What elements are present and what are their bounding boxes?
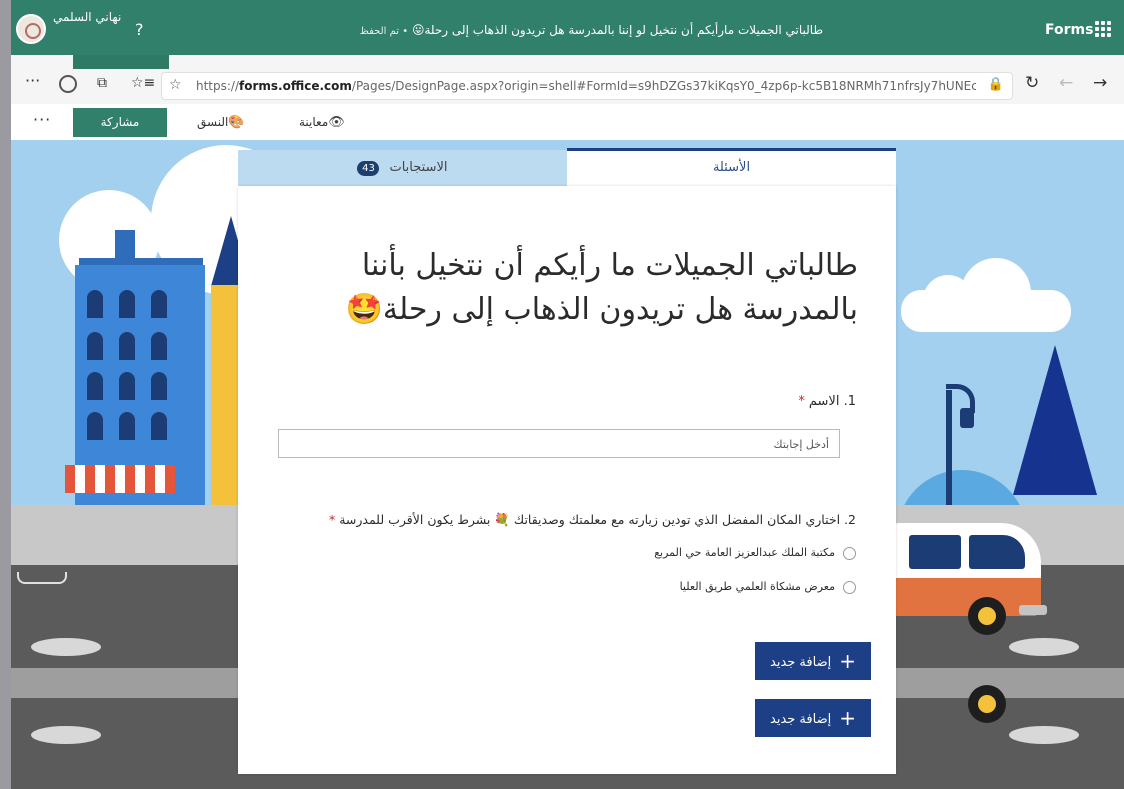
- theme-label: النسق: [197, 115, 229, 129]
- collections-icon[interactable]: ⧉: [97, 75, 107, 91]
- building-window: [87, 290, 103, 318]
- lock-icon[interactable]: 🔒: [988, 77, 1004, 92]
- question-1-label[interactable]: 1. الاسم*: [618, 394, 856, 409]
- help-icon[interactable]: ?: [135, 20, 144, 39]
- add-new-button[interactable]: + إضافة جديد: [755, 642, 871, 680]
- form-editor-card: طالباتي الجميلات ما رأيكم أن نتخيل بأننا…: [238, 186, 896, 774]
- required-marker: *: [798, 394, 805, 409]
- user-avatar[interactable]: [16, 14, 46, 44]
- required-marker: *: [328, 512, 336, 527]
- plus-icon: +: [839, 706, 856, 730]
- palette-icon: 🎨: [228, 115, 245, 130]
- form-tabs: الاستجابات 43 الأسئلة: [238, 148, 896, 186]
- theme-background: الاستجابات 43 الأسئلة طالباتي الجميلات ما…: [11, 140, 1124, 789]
- forward-icon[interactable]: →: [1093, 73, 1107, 93]
- question-2-text: 2. اختاري المكان المفضل الذي تودين زيارت…: [339, 512, 856, 527]
- favorites-icon[interactable]: ☆≡: [131, 75, 155, 91]
- tab-responses[interactable]: الاستجابات 43: [238, 150, 567, 186]
- responses-tab-label: الاستجابات: [389, 160, 448, 175]
- choice-option[interactable]: معرض مشكاة العلمي طريق العليا: [438, 580, 856, 600]
- browser-more-icon[interactable]: ···: [25, 71, 40, 90]
- building-window: [87, 372, 103, 400]
- browser-tab[interactable]: [73, 55, 169, 69]
- url-text: https://forms.office.com/Pages/DesignPag…: [196, 79, 976, 93]
- plus-icon: +: [839, 649, 856, 673]
- tab-questions[interactable]: الأسئلة: [567, 148, 896, 186]
- van-window: [909, 535, 961, 569]
- street-lamp: [960, 408, 974, 428]
- tree: [1013, 345, 1097, 495]
- question-2-label[interactable]: 2. اختاري المكان المفضل الذي تودين زيارت…: [298, 512, 856, 528]
- building-window: [151, 372, 167, 400]
- add-new-label: إضافة جديد: [770, 655, 832, 670]
- building-window: [151, 332, 167, 360]
- van: [891, 523, 1041, 616]
- building-window: [119, 332, 135, 360]
- name-answer-field[interactable]: أدخل إجابتك: [278, 429, 840, 458]
- building-window: [87, 412, 103, 440]
- responses-count-badge: 43: [357, 161, 380, 176]
- command-bar: ··· مشاركة 🎨النسق 👁معاينة: [11, 104, 1124, 140]
- van-bumper: [1019, 605, 1047, 615]
- forms-header: نهاني السلمي ? طالباتي الجميلات مارأيكم …: [11, 0, 1124, 55]
- van-window: [969, 535, 1025, 569]
- manhole: [31, 638, 101, 656]
- choice-option[interactable]: مكتبة الملك عبدالعزيز العامة حي المربع: [438, 546, 856, 566]
- radio-button[interactable]: [843, 580, 856, 594]
- app-launcher-icon[interactable]: [1095, 21, 1111, 37]
- building-window: [151, 412, 167, 440]
- choice-option-label: مكتبة الملك عبدالعزيز العامة حي المربع: [654, 546, 835, 559]
- van-wheel: [968, 685, 1006, 723]
- manhole: [1009, 726, 1079, 744]
- saved-status: • تم الحفظ: [359, 26, 409, 37]
- add-new-label: إضافة جديد: [770, 712, 832, 727]
- choice-option-label: معرض مشكاة العلمي طريق العليا: [679, 580, 835, 593]
- radio-button[interactable]: [843, 546, 856, 560]
- form-title[interactable]: طالباتي الجميلات ما رأيكم أن نتخيل بأننا…: [338, 244, 858, 332]
- manhole: [1009, 638, 1079, 656]
- theme-button[interactable]: 🎨النسق: [197, 115, 251, 130]
- van-wheel: [968, 597, 1006, 635]
- building: [115, 230, 135, 258]
- window-edge: [0, 0, 11, 789]
- preview-label: معاينة: [299, 115, 329, 129]
- address-bar[interactable]: ☆ https://forms.office.com/Pages/DesignP…: [161, 72, 1013, 100]
- header-form-title[interactable]: طالباتي الجميلات مارأيكم أن نتخيل لو إنن…: [360, 23, 823, 37]
- reload-icon[interactable]: ↻: [1025, 73, 1039, 93]
- user-name: نهاني السلمي: [53, 10, 122, 24]
- building-window: [119, 412, 135, 440]
- star-icon[interactable]: ☆: [169, 77, 182, 93]
- eye-icon: 👁: [328, 115, 345, 130]
- header-form-title-text: طالباتي الجميلات مارأيكم أن نتخيل لو إنن…: [411, 23, 823, 37]
- preview-button[interactable]: 👁معاينة: [299, 115, 351, 130]
- shop-awning: [65, 465, 175, 493]
- browser-window: نهاني السلمي ? طالباتي الجميلات مارأيكم …: [11, 0, 1124, 789]
- building-window: [119, 290, 135, 318]
- building-window: [151, 290, 167, 318]
- manhole: [31, 726, 101, 744]
- question-1-text: 1. الاسم: [808, 394, 856, 409]
- add-new-button[interactable]: + إضافة جديد: [755, 699, 871, 737]
- cloud: [923, 275, 973, 325]
- forms-brand[interactable]: Forms: [1045, 22, 1093, 38]
- browser-toolbar: ··· ⧉ ☆≡ ☆ https://forms.office.com/Page…: [11, 55, 1124, 105]
- building-window: [87, 332, 103, 360]
- more-options-icon[interactable]: ···: [33, 110, 51, 129]
- back-icon[interactable]: ←: [1059, 73, 1073, 93]
- profile-icon[interactable]: [59, 75, 77, 93]
- building-window: [119, 372, 135, 400]
- drain: [17, 572, 67, 584]
- share-button[interactable]: مشاركة: [73, 108, 167, 137]
